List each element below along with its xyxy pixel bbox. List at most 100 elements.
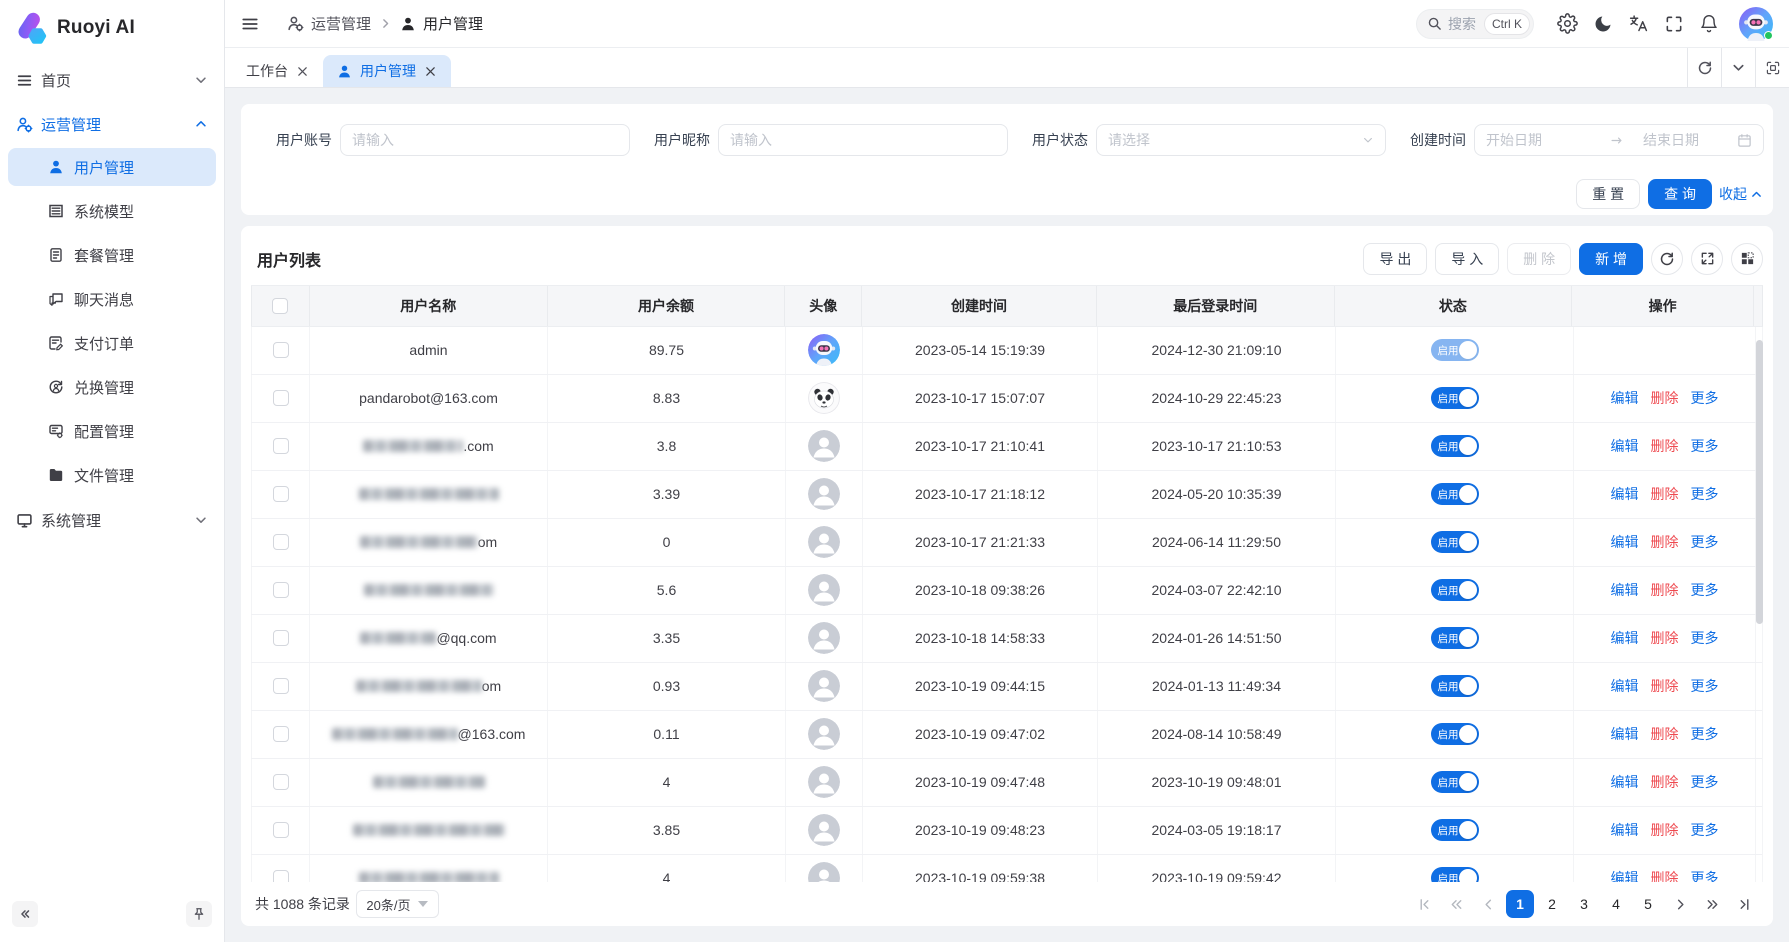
row-checkbox[interactable] <box>273 438 289 454</box>
row-checkbox[interactable] <box>273 678 289 694</box>
add-button[interactable]: 新 增 <box>1579 243 1643 275</box>
created-date-range[interactable]: 开始日期 结束日期 <box>1474 124 1764 156</box>
fullscreen-table-button[interactable] <box>1691 243 1723 275</box>
dark-mode-button[interactable] <box>1589 10 1617 38</box>
edit-link[interactable]: 编辑 <box>1611 772 1639 792</box>
edit-link[interactable]: 编辑 <box>1611 868 1639 882</box>
next-page-button[interactable] <box>1666 890 1694 918</box>
sidebar-item-system-models[interactable]: 系统模型 <box>8 192 216 230</box>
collapse-filter-button[interactable]: 收起 <box>1719 184 1763 204</box>
query-button[interactable]: 查 询 <box>1648 179 1712 209</box>
sidebar-collapse-button[interactable] <box>12 901 38 927</box>
delete-link[interactable]: 删除 <box>1651 724 1679 744</box>
user-avatar[interactable] <box>1739 7 1773 41</box>
language-button[interactable] <box>1624 9 1653 38</box>
more-link[interactable]: 更多 <box>1691 676 1719 696</box>
breadcrumb-item-operations[interactable]: 运营管理 <box>287 13 371 34</box>
page-size-select[interactable]: 20条/页 <box>356 890 439 918</box>
status-toggle[interactable]: 启用 <box>1431 531 1479 553</box>
row-checkbox[interactable] <box>273 582 289 598</box>
page-button-4[interactable]: 4 <box>1602 890 1630 918</box>
pin-icon[interactable] <box>186 901 212 927</box>
page-button-2[interactable]: 2 <box>1538 890 1566 918</box>
tab-user-management[interactable]: 用户管理 <box>323 55 451 87</box>
more-link[interactable]: 更多 <box>1691 724 1719 744</box>
status-toggle[interactable]: 启用 <box>1431 339 1479 361</box>
fullscreen-button[interactable] <box>1660 10 1688 38</box>
delete-link[interactable]: 删除 <box>1651 532 1679 552</box>
app-logo[interactable]: Ruoyi AI <box>0 0 224 56</box>
delete-link[interactable]: 删除 <box>1651 628 1679 648</box>
notifications-button[interactable] <box>1695 10 1723 38</box>
settings-button[interactable] <box>1553 9 1582 38</box>
status-toggle[interactable]: 启用 <box>1431 675 1479 697</box>
last-page-button[interactable] <box>1730 890 1758 918</box>
sidebar-item-home[interactable]: 首页 <box>8 60 216 100</box>
delete-button[interactable]: 删 除 <box>1507 243 1571 275</box>
close-icon[interactable] <box>296 66 309 77</box>
breadcrumb-item-users[interactable]: 用户管理 <box>400 13 483 34</box>
delete-link[interactable]: 删除 <box>1651 436 1679 456</box>
back-5-pages-button[interactable] <box>1442 890 1470 918</box>
status-toggle[interactable]: 启用 <box>1431 627 1479 649</box>
scrollbar-thumb[interactable] <box>1756 340 1763 624</box>
edit-link[interactable]: 编辑 <box>1611 580 1639 600</box>
more-link[interactable]: 更多 <box>1691 388 1719 408</box>
tab-workbench[interactable]: 工作台 <box>232 55 323 87</box>
sidebar-item-config-management[interactable]: 配置管理 <box>8 412 216 450</box>
select-all-checkbox[interactable] <box>272 298 288 314</box>
row-checkbox[interactable] <box>273 534 289 550</box>
more-link[interactable]: 更多 <box>1691 484 1719 504</box>
more-link[interactable]: 更多 <box>1691 868 1719 882</box>
more-link[interactable]: 更多 <box>1691 532 1719 552</box>
delete-link[interactable]: 删除 <box>1651 772 1679 792</box>
sidebar-item-plan-management[interactable]: 套餐管理 <box>8 236 216 274</box>
page-button-3[interactable]: 3 <box>1570 890 1598 918</box>
page-button-5[interactable]: 5 <box>1634 890 1662 918</box>
nickname-input[interactable]: 请输入 <box>718 124 1008 156</box>
status-toggle[interactable]: 启用 <box>1431 483 1479 505</box>
sidebar-toggle-button[interactable] <box>237 11 263 37</box>
edit-link[interactable]: 编辑 <box>1611 820 1639 840</box>
row-checkbox[interactable] <box>273 822 289 838</box>
status-toggle[interactable]: 启用 <box>1431 723 1479 745</box>
sidebar-item-system[interactable]: 系统管理 <box>8 500 216 540</box>
page-button-1[interactable]: 1 <box>1506 890 1534 918</box>
forward-5-pages-button[interactable] <box>1698 890 1726 918</box>
row-checkbox[interactable] <box>273 870 289 882</box>
delete-link[interactable]: 删除 <box>1651 484 1679 504</box>
more-link[interactable]: 更多 <box>1691 436 1719 456</box>
account-input[interactable]: 请输入 <box>340 124 630 156</box>
edit-link[interactable]: 编辑 <box>1611 628 1639 648</box>
maximize-content-button[interactable] <box>1755 48 1789 87</box>
status-toggle[interactable]: 启用 <box>1431 435 1479 457</box>
sidebar-item-user-management[interactable]: 用户管理 <box>8 148 216 186</box>
edit-link[interactable]: 编辑 <box>1611 676 1639 696</box>
refresh-list-button[interactable] <box>1651 243 1683 275</box>
edit-link[interactable]: 编辑 <box>1611 388 1639 408</box>
row-checkbox[interactable] <box>273 726 289 742</box>
first-page-button[interactable] <box>1410 890 1438 918</box>
edit-link[interactable]: 编辑 <box>1611 484 1639 504</box>
row-checkbox[interactable] <box>273 390 289 406</box>
close-icon[interactable] <box>424 66 437 77</box>
status-toggle[interactable]: 启用 <box>1431 387 1479 409</box>
delete-link[interactable]: 删除 <box>1651 388 1679 408</box>
delete-link[interactable]: 删除 <box>1651 676 1679 696</box>
row-checkbox[interactable] <box>273 486 289 502</box>
sidebar-item-redeem-management[interactable]: 兑换管理 <box>8 368 216 406</box>
refresh-tab-button[interactable] <box>1687 48 1721 87</box>
sidebar-item-payment-orders[interactable]: 支付订单 <box>8 324 216 362</box>
row-checkbox[interactable] <box>273 630 289 646</box>
status-select[interactable]: 请选择 <box>1096 124 1386 156</box>
edit-link[interactable]: 编辑 <box>1611 436 1639 456</box>
status-toggle[interactable]: 启用 <box>1431 867 1479 882</box>
status-toggle[interactable]: 启用 <box>1431 579 1479 601</box>
edit-link[interactable]: 编辑 <box>1611 724 1639 744</box>
more-link[interactable]: 更多 <box>1691 628 1719 648</box>
more-link[interactable]: 更多 <box>1691 580 1719 600</box>
delete-link[interactable]: 删除 <box>1651 820 1679 840</box>
prev-page-button[interactable] <box>1474 890 1502 918</box>
more-link[interactable]: 更多 <box>1691 772 1719 792</box>
status-toggle[interactable]: 启用 <box>1431 771 1479 793</box>
